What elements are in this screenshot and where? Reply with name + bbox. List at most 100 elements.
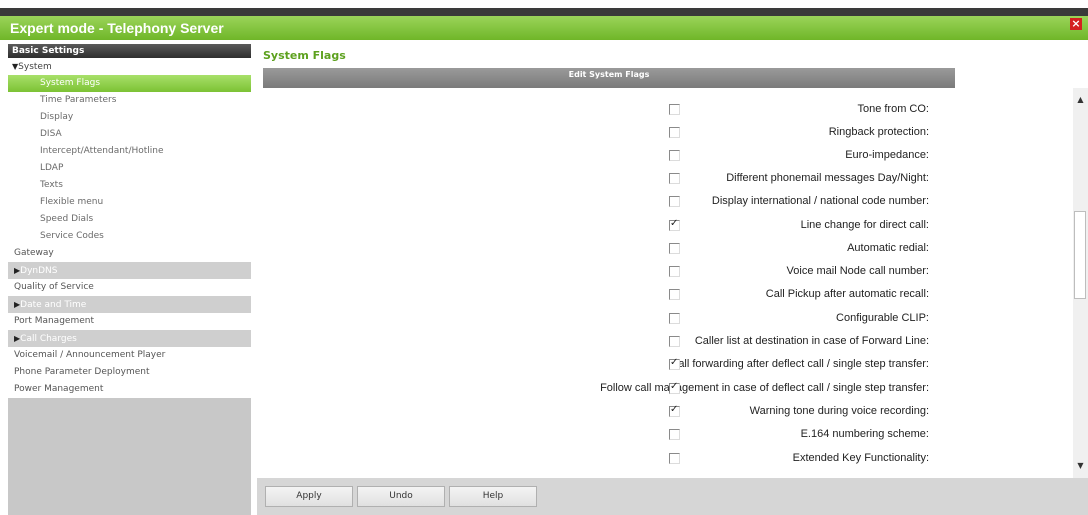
flag-checkbox[interactable] — [669, 313, 680, 324]
flag-label: Warning tone during voice recording: — [749, 405, 929, 417]
sidebar-items: ▼System System Flags Time Parameters Displa… — [8, 58, 251, 398]
footer-bar: Apply Undo Help — [257, 478, 1088, 515]
sidebar-item-quality-of-service[interactable]: Quality of Service — [8, 279, 251, 296]
sidebar-item-label: Intercept/Attendant/Hotline — [40, 146, 164, 156]
section-header: Edit System Flags — [263, 68, 955, 88]
flag-checkbox[interactable] — [669, 104, 680, 115]
flag-checkbox[interactable]: ✓ — [669, 404, 680, 417]
sidebar-item-power-management[interactable]: Power Management — [8, 381, 251, 398]
flag-checkbox[interactable]: ✓ — [669, 218, 680, 231]
top-strip — [0, 0, 1088, 16]
close-icon[interactable]: × — [1070, 18, 1082, 30]
sidebar-item-system-flags[interactable]: System Flags — [8, 75, 251, 92]
sidebar-item-label: Flexible menu — [40, 197, 104, 207]
sidebar-item-label: Gateway — [14, 248, 54, 258]
sidebar-item-intercept-attendant-hotline[interactable]: Intercept/Attendant/Hotline — [8, 143, 251, 160]
window-titlebar: Expert mode - Telephony Server × — [0, 16, 1088, 40]
flag-checkbox[interactable] — [669, 127, 680, 138]
flag-checkbox[interactable]: ✓ — [669, 357, 680, 370]
flag-row: Warning tone during voice recording: ✓ — [257, 402, 1073, 422]
sidebar-item-voicemail-announcement-player[interactable]: Voicemail / Announcement Player — [8, 347, 251, 364]
sidebar-item-label: Date and Time — [20, 300, 87, 310]
flag-label: Caller list at destination in case of Fo… — [694, 335, 929, 347]
flag-label: Different phonemail messages Day/Night: — [726, 172, 929, 184]
flag-checkbox[interactable] — [669, 336, 680, 347]
flag-row: Line change for direct call: ✓ — [257, 216, 1073, 236]
sidebar-item-time-parameters[interactable]: Time Parameters — [8, 92, 251, 109]
checkmark-icon: ✓ — [670, 218, 679, 229]
flag-label: Call Pickup after automatic recall: — [765, 288, 929, 300]
scroll-down-icon[interactable]: ▼ — [1075, 460, 1086, 471]
sidebar-item-texts[interactable]: Texts — [8, 177, 251, 194]
sidebar: Basic Settings ▼System System Flags Time P… — [8, 44, 251, 515]
sidebar-item-flexible-menu[interactable]: Flexible menu — [8, 194, 251, 211]
sidebar-item-port-management[interactable]: Port Management — [8, 313, 251, 330]
sidebar-item-label: Quality of Service — [14, 282, 94, 292]
sidebar-item-label: Texts — [40, 180, 63, 190]
flag-checkbox[interactable] — [669, 173, 680, 184]
page-title: System Flags — [263, 49, 346, 62]
flag-label: Ringback protection: — [828, 126, 929, 138]
sidebar-item-label: Service Codes — [40, 231, 104, 241]
flag-label: Tone from CO: — [857, 103, 929, 115]
sidebar-item-dyndns[interactable]: ▶DynDNS — [8, 262, 251, 279]
flag-checkbox[interactable]: ✓ — [669, 381, 680, 394]
sidebar-item-speed-dials[interactable]: Speed Dials — [8, 211, 251, 228]
flags-panel: Tone from CO: Ringback protection: Euro-im… — [257, 88, 1073, 478]
flag-row: Display international / national code nu… — [257, 192, 1073, 212]
sidebar-item-label: System Flags — [40, 78, 101, 88]
flag-label: Extended Key Functionality: — [792, 452, 929, 464]
scroll-up-icon[interactable]: ▲ — [1075, 94, 1086, 105]
apply-button[interactable]: Apply — [265, 486, 353, 507]
flag-row: Different phonemail messages Day/Night: — [257, 169, 1073, 189]
sidebar-item-date-and-time[interactable]: ▶Date and Time — [8, 296, 251, 313]
help-button[interactable]: Help — [449, 486, 537, 507]
sidebar-item-label: LDAP — [40, 163, 64, 173]
flag-checkbox[interactable] — [669, 453, 680, 464]
sidebar-item-disa[interactable]: DISA — [8, 126, 251, 143]
checkmark-icon: ✓ — [670, 404, 679, 415]
sidebar-item-phone-parameter-deployment[interactable]: Phone Parameter Deployment — [8, 364, 251, 381]
flag-row: Follow call management in case of deflec… — [257, 379, 1073, 399]
flag-row: Tone from CO: — [257, 100, 1073, 120]
flag-label: Call forwarding after deflect call / sin… — [670, 358, 929, 370]
flag-row: Caller list at destination in case of Fo… — [257, 332, 1073, 352]
sidebar-item-display[interactable]: Display — [8, 109, 251, 126]
flag-row: Call forwarding after deflect call / sin… — [257, 355, 1073, 375]
flag-checkbox[interactable] — [669, 429, 680, 440]
checkmark-icon: ✓ — [670, 381, 679, 392]
flag-row: Ringback protection: — [257, 123, 1073, 143]
flag-row: Euro-impedance: — [257, 146, 1073, 166]
sidebar-item-label: DISA — [40, 129, 62, 139]
flag-label: Automatic redial: — [847, 242, 929, 254]
sidebar-item-label: Port Management — [14, 316, 94, 326]
flag-checkbox[interactable] — [669, 266, 680, 277]
flag-label: Follow call management in case of deflec… — [600, 382, 929, 394]
flag-row: E.164 numbering scheme: — [257, 425, 1073, 445]
flag-label: Display international / national code nu… — [711, 195, 929, 207]
flag-label: Line change for direct call: — [800, 219, 929, 231]
flag-checkbox[interactable] — [669, 243, 680, 254]
sidebar-item-label: Power Management — [14, 384, 104, 394]
undo-button[interactable]: Undo — [357, 486, 445, 507]
sidebar-item-gateway[interactable]: Gateway — [8, 245, 251, 262]
flag-label: E.164 numbering scheme: — [800, 428, 929, 440]
scrollbar[interactable]: ▲ ▼ — [1073, 88, 1088, 478]
flag-label: Voice mail Node call number: — [786, 265, 929, 277]
sidebar-item-call-charges[interactable]: ▶Call Charges — [8, 330, 251, 347]
flag-row: Automatic redial: — [257, 239, 1073, 259]
flag-checkbox[interactable] — [669, 196, 680, 207]
sidebar-item-label: Voicemail / Announcement Player — [14, 350, 166, 360]
sidebar-item-label: System — [18, 62, 52, 72]
flag-checkbox[interactable] — [669, 289, 680, 300]
scroll-thumb[interactable] — [1074, 211, 1086, 299]
flag-row: Extended Key Functionality: — [257, 449, 1073, 469]
sidebar-item-ldap[interactable]: LDAP — [8, 160, 251, 177]
sidebar-header: Basic Settings — [8, 44, 251, 58]
flag-checkbox[interactable] — [669, 150, 680, 161]
sidebar-item-service-codes[interactable]: Service Codes — [8, 228, 251, 245]
sidebar-item-system[interactable]: ▼System — [8, 58, 251, 75]
sidebar-item-label: DynDNS — [20, 266, 58, 276]
sidebar-item-label: Time Parameters — [40, 95, 117, 105]
flag-row: Call Pickup after automatic recall: — [257, 285, 1073, 305]
